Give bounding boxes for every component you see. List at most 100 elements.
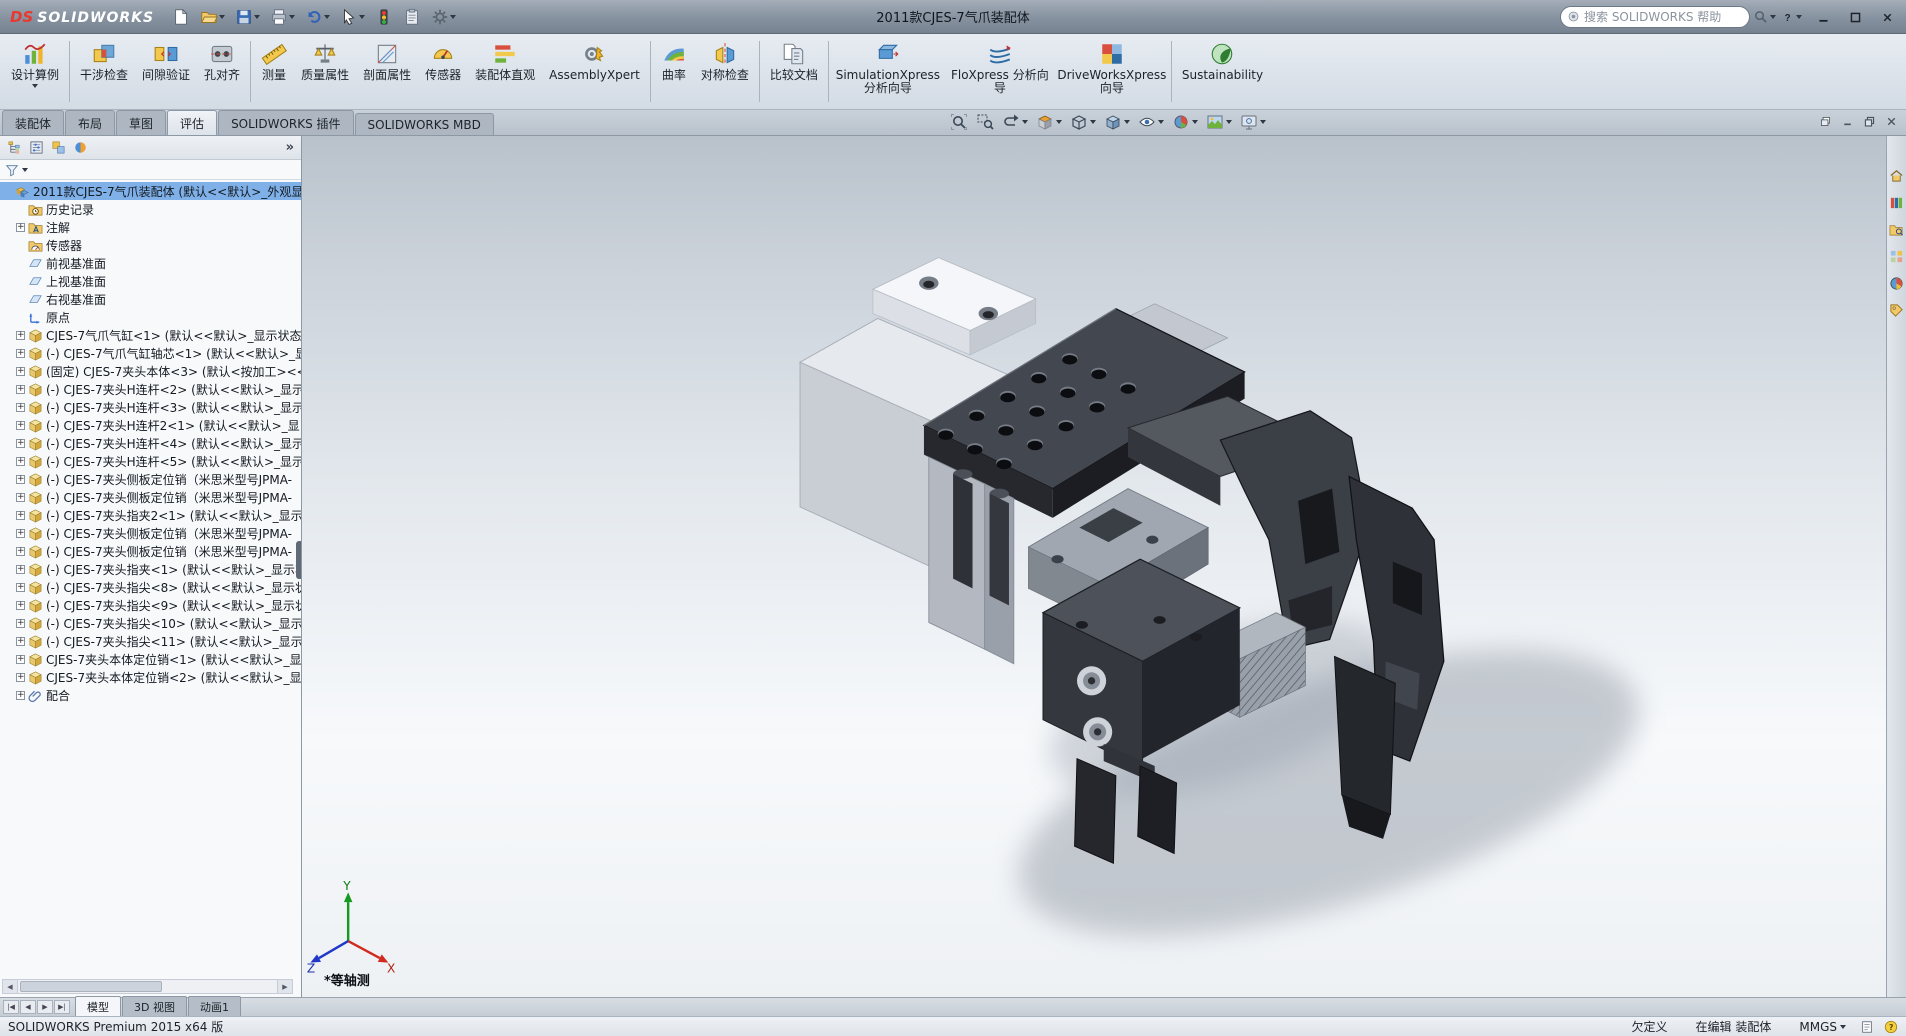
previous-view-button[interactable]: [1000, 112, 1030, 132]
status-sheet-icon[interactable]: [1860, 1020, 1874, 1034]
ribbon-button-assemblyxpert[interactable]: AssemblyXpert: [542, 36, 647, 107]
expand-toggle[interactable]: +: [16, 456, 25, 466]
maximize-button[interactable]: [1840, 6, 1870, 28]
tab-scroll-button[interactable]: |◀: [3, 1000, 19, 1014]
tree-item[interactable]: + (-) CJES-7夹头H连杆<2> (默认<<默认>_显示: [0, 380, 301, 398]
ribbon-button-curvature[interactable]: 曲率: [654, 36, 694, 107]
document-tab[interactable]: 模型: [75, 996, 121, 1016]
view-orientation-button[interactable]: [1068, 112, 1098, 132]
tree-item[interactable]: + (-) CJES-7气爪气缸轴芯<1> (默认<<默认>_显: [0, 344, 301, 362]
tree-item[interactable]: + CJES-7气爪气缸<1> (默认<<默认>_显示状态: [0, 326, 301, 344]
ribbon-button-symmetry-check[interactable]: 对称检查: [694, 36, 756, 107]
file-properties-button[interactable]: [399, 5, 425, 29]
ribbon-button-measure[interactable]: 测量: [254, 36, 294, 107]
search-box[interactable]: [1560, 5, 1750, 28]
custom-properties-tab[interactable]: [1889, 303, 1904, 318]
appearances-tab[interactable]: [1889, 276, 1904, 291]
ribbon-button-clearance-verify[interactable]: 间隙验证: [135, 36, 197, 107]
expand-toggle[interactable]: +: [16, 348, 25, 358]
ribbon-button-sustainability[interactable]: Sustainability: [1175, 36, 1270, 107]
expand-toggle[interactable]: +: [16, 618, 25, 628]
tree-item[interactable]: 传感器: [0, 236, 301, 254]
new-doc-button[interactable]: [168, 5, 194, 29]
ribbon-button-driveworksxpress[interactable]: DriveWorksXpress 向导: [1056, 36, 1168, 107]
ribbon-button-floxpress[interactable]: FloXpress 分析向导: [944, 36, 1056, 107]
document-tab[interactable]: 3D 视图: [122, 996, 187, 1016]
ribbon-button-hole-alignment[interactable]: 孔对齐: [197, 36, 247, 107]
expand-toggle[interactable]: +: [16, 510, 25, 520]
expand-toggle[interactable]: +: [16, 420, 25, 430]
expand-toggle[interactable]: +: [16, 366, 25, 376]
tree-item[interactable]: + (-) CJES-7夹头H连杆2<1> (默认<<默认>_显: [0, 416, 301, 434]
tree-item[interactable]: 历史记录: [0, 200, 301, 218]
help-button[interactable]: ?: [1776, 6, 1806, 28]
commandmanager-tab[interactable]: 装配体: [2, 110, 65, 135]
search-input[interactable]: [1584, 9, 1743, 24]
scrollbar-thumb[interactable]: [20, 981, 163, 992]
edit-appearance-button[interactable]: [1170, 112, 1200, 132]
sw-resources-tab[interactable]: [1889, 168, 1904, 183]
fm-display-tab[interactable]: [73, 140, 88, 155]
doc-minimize-button[interactable]: [1841, 115, 1854, 128]
panel-collapse-button[interactable]: »: [286, 140, 294, 155]
expand-toggle[interactable]: +: [16, 672, 25, 682]
commandmanager-tab[interactable]: SOLIDWORKS 插件: [218, 110, 354, 135]
ribbon-button-assembly-visualization[interactable]: 装配体直观: [468, 36, 542, 107]
expand-toggle[interactable]: +: [16, 474, 25, 484]
tree-item[interactable]: + (-) CJES-7夹头侧板定位销（米思米型号JPMA-: [0, 488, 301, 506]
tree-item[interactable]: + 配合: [0, 686, 301, 704]
save-button[interactable]: [231, 5, 264, 29]
tab-scroll-button[interactable]: ▶|: [54, 1000, 70, 1014]
fm-properties-tab[interactable]: [29, 140, 44, 155]
tree-item[interactable]: + (-) CJES-7夹头指尖<9> (默认<<默认>_显示状: [0, 596, 301, 614]
view-settings-button[interactable]: [1238, 112, 1268, 132]
document-tab[interactable]: 动画1: [187, 996, 241, 1016]
expand-toggle[interactable]: +: [16, 690, 25, 700]
commandmanager-tab[interactable]: SOLIDWORKS MBD: [354, 113, 494, 135]
tree-item[interactable]: + (-) CJES-7夹头侧板定位销（米思米型号JPMA-: [0, 470, 301, 488]
scroll-left-arrow[interactable]: ◀: [3, 980, 18, 993]
file-explorer-tab[interactable]: [1889, 222, 1904, 237]
expand-toggle[interactable]: +: [16, 654, 25, 664]
tree-item[interactable]: 原点: [0, 308, 301, 326]
ribbon-button-mass-properties[interactable]: 质量属性: [294, 36, 356, 107]
tree-item[interactable]: 2011款CJES-7气爪装配体 (默认<<默认>_外观显: [0, 182, 301, 200]
tree-item[interactable]: 右视基准面: [0, 290, 301, 308]
open-folder-button[interactable]: [196, 5, 229, 29]
section-view-button[interactable]: [1034, 112, 1064, 132]
scroll-right-arrow[interactable]: ▶: [277, 980, 292, 993]
tree-filter-bar[interactable]: [0, 160, 301, 180]
ribbon-button-sensor[interactable]: 传感器: [418, 36, 468, 107]
tree-horizontal-scrollbar[interactable]: ◀ ▶: [2, 979, 293, 994]
expand-toggle[interactable]: +: [16, 330, 25, 340]
close-button[interactable]: [1872, 6, 1902, 28]
fm-configurations-tab[interactable]: [51, 140, 66, 155]
fm-tree-tab[interactable]: [7, 140, 22, 155]
zoom-fit-button[interactable]: [948, 112, 970, 132]
tree-item[interactable]: + (-) CJES-7夹头指夹2<1> (默认<<默认>_显示: [0, 506, 301, 524]
expand-toggle[interactable]: +: [16, 582, 25, 592]
search-go-button[interactable]: [1753, 9, 1776, 24]
tree-item[interactable]: + CJES-7夹头本体定位销<2> (默认<<默认>_显: [0, 668, 301, 686]
ribbon-button-design-study[interactable]: 设计算例: [4, 36, 66, 107]
tree-item[interactable]: + (-) CJES-7夹头指尖<10> (默认<<默认>_显示: [0, 614, 301, 632]
tab-scroll-button[interactable]: ◀: [20, 1000, 36, 1014]
commandmanager-tab[interactable]: 草图: [116, 110, 167, 135]
tree-item[interactable]: + (固定) CJES-7夹头本体<3> (默认<按加工><<: [0, 362, 301, 380]
quick-tips-icon[interactable]: ?: [1884, 1020, 1898, 1034]
minimize-button[interactable]: [1808, 6, 1838, 28]
undo-button[interactable]: [301, 5, 334, 29]
expand-toggle[interactable]: +: [16, 600, 25, 610]
status-item[interactable]: MMGS: [1799, 1020, 1846, 1034]
tree-item[interactable]: + (-) CJES-7夹头侧板定位销（米思米型号JPMA-: [0, 542, 301, 560]
panel-splitter-handle[interactable]: [296, 541, 301, 579]
tree-item[interactable]: + (-) CJES-7夹头H连杆<5> (默认<<默认>_显示: [0, 452, 301, 470]
design-library-tab[interactable]: [1889, 195, 1904, 210]
commandmanager-tab[interactable]: 评估: [167, 110, 218, 135]
tree-item[interactable]: + (-) CJES-7夹头H连杆<4> (默认<<默认>_显示: [0, 434, 301, 452]
tree-item[interactable]: + (-) CJES-7夹头侧板定位销（米思米型号JPMA-: [0, 524, 301, 542]
expand-toggle[interactable]: +: [16, 222, 25, 232]
print-button[interactable]: [266, 5, 299, 29]
commandmanager-tab[interactable]: 布局: [65, 110, 116, 135]
hide-show-button[interactable]: [1136, 112, 1166, 132]
